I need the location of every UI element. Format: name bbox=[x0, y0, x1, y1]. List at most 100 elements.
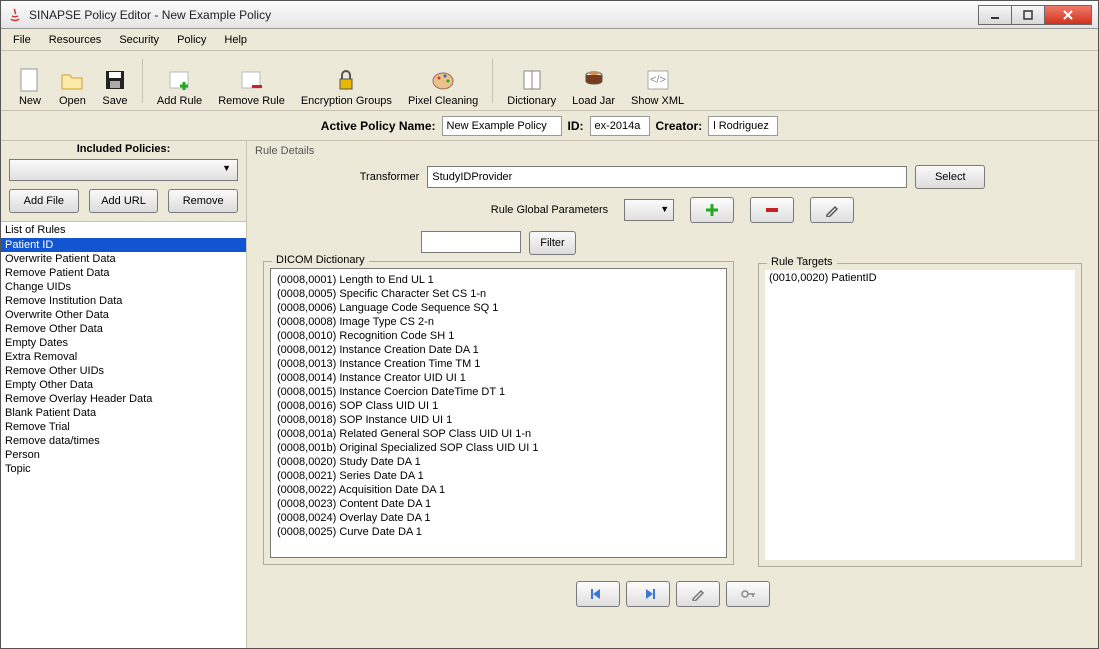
rule-item[interactable]: Remove Institution Data bbox=[1, 294, 246, 308]
load-jar-button[interactable]: Load Jar bbox=[564, 53, 623, 109]
dict-item[interactable]: (0008,0014) Instance Creator UID UI 1 bbox=[277, 371, 720, 385]
lock-icon bbox=[333, 67, 359, 93]
target-item[interactable]: (0010,0020) PatientID bbox=[769, 272, 1071, 284]
active-id-label: ID: bbox=[568, 119, 584, 133]
dict-item[interactable]: (0008,0024) Overlay Date DA 1 bbox=[277, 511, 720, 525]
dict-item[interactable]: (0008,0016) SOP Class UID UI 1 bbox=[277, 399, 720, 413]
filter-input[interactable] bbox=[421, 231, 521, 253]
active-creator-label: Creator: bbox=[656, 119, 703, 133]
rule-item[interactable]: Empty Dates bbox=[1, 336, 246, 350]
globals-row: Rule Global Parameters bbox=[247, 193, 1098, 227]
dictionary-button[interactable]: Dictionary bbox=[499, 53, 564, 109]
remove-policy-button[interactable]: Remove bbox=[168, 189, 238, 213]
dict-item[interactable]: (0008,0010) Recognition Code SH 1 bbox=[277, 329, 720, 343]
transformer-input[interactable] bbox=[427, 166, 907, 188]
included-policies-buttons: Add File Add URL Remove bbox=[1, 183, 246, 221]
select-transformer-button[interactable]: Select bbox=[915, 165, 985, 189]
active-id-input[interactable] bbox=[590, 116, 650, 136]
key-button[interactable] bbox=[726, 581, 770, 607]
dictionary-column: Filter DICOM Dictionary (0008,0001) Leng… bbox=[255, 227, 742, 573]
rule-item[interactable]: Change UIDs bbox=[1, 280, 246, 294]
active-creator-input[interactable] bbox=[708, 116, 778, 136]
dict-item[interactable]: (0008,0021) Series Date DA 1 bbox=[277, 469, 720, 483]
rule-item[interactable]: Patient ID bbox=[1, 238, 246, 252]
add-url-button[interactable]: Add URL bbox=[89, 189, 159, 213]
new-button[interactable]: New bbox=[9, 53, 51, 109]
rule-item[interactable]: Remove Patient Data bbox=[1, 266, 246, 280]
rule-item[interactable]: Remove Trial bbox=[1, 420, 246, 434]
rule-item[interactable]: Remove data/times bbox=[1, 434, 246, 448]
rule-item[interactable]: Empty Other Data bbox=[1, 378, 246, 392]
globals-combo[interactable] bbox=[624, 199, 674, 221]
dict-item[interactable]: (0008,0020) Study Date DA 1 bbox=[277, 455, 720, 469]
open-button[interactable]: Open bbox=[51, 53, 94, 109]
left-pane: Included Policies: Add File Add URL Remo… bbox=[1, 141, 247, 648]
rule-item[interactable]: Overwrite Patient Data bbox=[1, 252, 246, 266]
menu-policy[interactable]: Policy bbox=[169, 32, 214, 48]
menu-security[interactable]: Security bbox=[111, 32, 167, 48]
prev-button[interactable] bbox=[576, 581, 620, 607]
palette-icon bbox=[430, 67, 456, 93]
rule-item[interactable]: Overwrite Other Data bbox=[1, 308, 246, 322]
dict-item[interactable]: (0008,0012) Instance Creation Date DA 1 bbox=[277, 343, 720, 357]
rule-details-title: Rule Details bbox=[247, 141, 1098, 161]
dict-item[interactable]: (0008,0001) Length to End UL 1 bbox=[277, 273, 720, 287]
dict-item[interactable]: (0008,0013) Instance Creation Time TM 1 bbox=[277, 357, 720, 371]
svg-text:</>: </> bbox=[650, 74, 666, 86]
remove-rule-button[interactable]: Remove Rule bbox=[210, 53, 293, 109]
add-file-button[interactable]: Add File bbox=[9, 189, 79, 213]
rule-item[interactable]: Blank Patient Data bbox=[1, 406, 246, 420]
rule-targets-legend: Rule Targets bbox=[767, 256, 837, 268]
rule-item[interactable]: Extra Removal bbox=[1, 350, 246, 364]
toolbar: New Open Save Add Rule Remove Rule Encry… bbox=[1, 51, 1098, 111]
jar-icon bbox=[581, 67, 607, 93]
rule-targets-fieldset: Rule Targets (0010,0020) PatientID bbox=[758, 263, 1082, 567]
menu-file[interactable]: File bbox=[5, 32, 39, 48]
mid-columns: Filter DICOM Dictionary (0008,0001) Leng… bbox=[247, 227, 1098, 573]
filter-button[interactable]: Filter bbox=[529, 231, 575, 255]
dict-item[interactable]: (0008,0006) Language Code Sequence SQ 1 bbox=[277, 301, 720, 315]
rule-item[interactable]: Person bbox=[1, 448, 246, 462]
dict-item[interactable]: (0008,001a) Related General SOP Class UI… bbox=[277, 427, 720, 441]
new-icon bbox=[17, 67, 43, 93]
xml-icon: </> bbox=[645, 67, 671, 93]
add-param-button[interactable] bbox=[690, 197, 734, 223]
menu-resources[interactable]: Resources bbox=[41, 32, 110, 48]
toolbar-separator bbox=[142, 59, 143, 103]
included-policies-combo[interactable] bbox=[9, 159, 238, 181]
dict-item[interactable]: (0008,0008) Image Type CS 2-n bbox=[277, 315, 720, 329]
rules-list[interactable]: List of Rules Patient IDOverwrite Patien… bbox=[1, 221, 246, 648]
dict-item[interactable]: (0008,0018) SOP Instance UID UI 1 bbox=[277, 413, 720, 427]
save-button[interactable]: Save bbox=[94, 53, 136, 109]
dict-item[interactable]: (0008,0022) Acquisition Date DA 1 bbox=[277, 483, 720, 497]
right-pane: Rule Details Transformer Select Rule Glo… bbox=[247, 141, 1098, 648]
window-controls bbox=[979, 5, 1092, 25]
pixel-cleaning-button[interactable]: Pixel Cleaning bbox=[400, 53, 486, 109]
encryption-groups-button[interactable]: Encryption Groups bbox=[293, 53, 400, 109]
edit-param-button[interactable] bbox=[810, 197, 854, 223]
show-xml-button[interactable]: </>Show XML bbox=[623, 53, 692, 109]
dict-item[interactable]: (0008,0005) Specific Character Set CS 1-… bbox=[277, 287, 720, 301]
close-button[interactable] bbox=[1044, 5, 1092, 25]
add-rule-icon bbox=[167, 67, 193, 93]
dict-item[interactable]: (0008,001b) Original Specialized SOP Cla… bbox=[277, 441, 720, 455]
next-button[interactable] bbox=[626, 581, 670, 607]
active-name-input[interactable] bbox=[442, 116, 562, 136]
dicom-dictionary-list[interactable]: (0008,0001) Length to End UL 1(0008,0005… bbox=[270, 268, 727, 558]
add-rule-button[interactable]: Add Rule bbox=[149, 53, 210, 109]
remove-param-button[interactable] bbox=[750, 197, 794, 223]
menu-help[interactable]: Help bbox=[216, 32, 255, 48]
maximize-button[interactable] bbox=[1011, 5, 1045, 25]
dict-item[interactable]: (0008,0023) Content Date DA 1 bbox=[277, 497, 720, 511]
titlebar: SINAPSE Policy Editor - New Example Poli… bbox=[1, 1, 1098, 29]
rule-item[interactable]: Remove Other Data bbox=[1, 322, 246, 336]
dict-item[interactable]: (0008,0025) Curve Date DA 1 bbox=[277, 525, 720, 539]
rule-item[interactable]: Topic bbox=[1, 462, 246, 476]
edit-button[interactable] bbox=[676, 581, 720, 607]
rule-item[interactable]: Remove Overlay Header Data bbox=[1, 392, 246, 406]
rule-item[interactable]: Remove Other UIDs bbox=[1, 364, 246, 378]
toolbar-separator bbox=[492, 59, 493, 103]
dict-item[interactable]: (0008,0015) Instance Coercion DateTime D… bbox=[277, 385, 720, 399]
minimize-button[interactable] bbox=[978, 5, 1012, 25]
rule-targets-list[interactable]: (0010,0020) PatientID bbox=[765, 270, 1075, 560]
